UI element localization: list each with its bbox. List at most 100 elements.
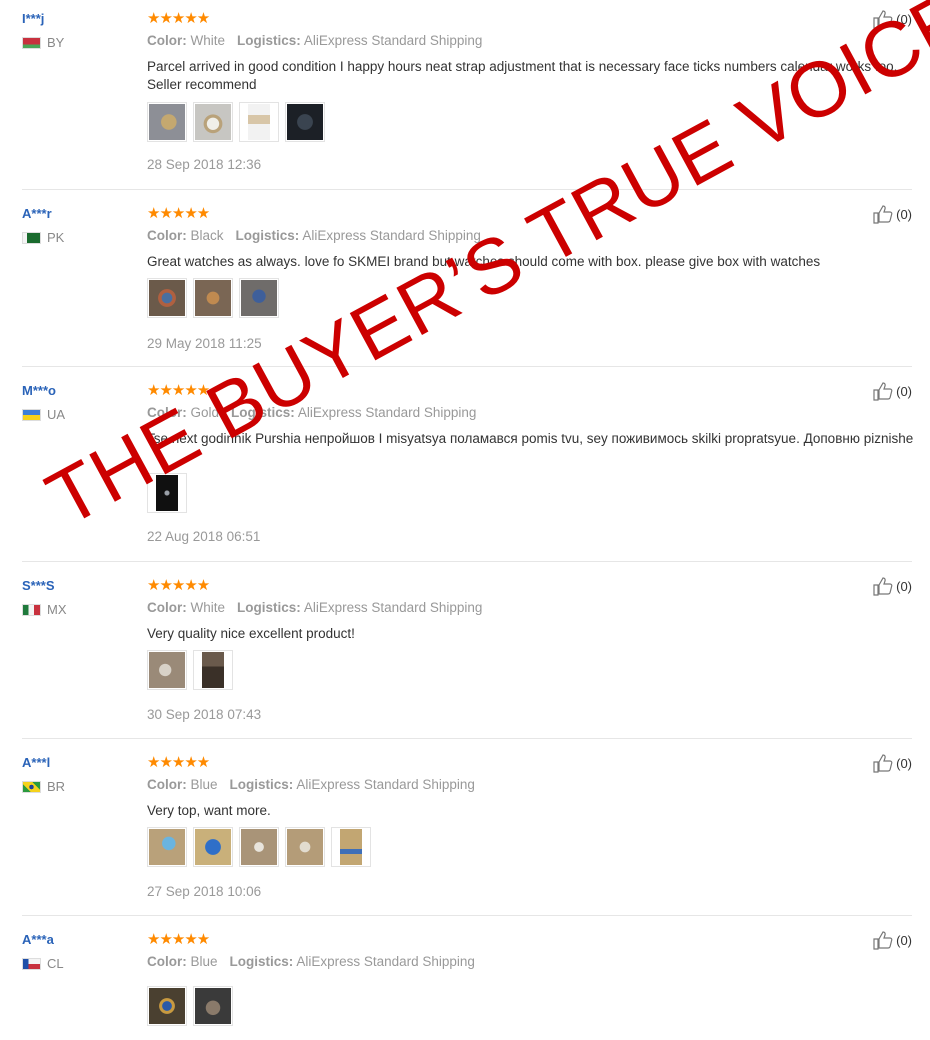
- flag-mx-icon: [22, 603, 41, 616]
- order-info: Color: White Logistics: AliExpress Standa…: [147, 600, 483, 615]
- flag-ua-icon: [22, 408, 41, 421]
- reviewer-name[interactable]: A***a: [22, 932, 54, 947]
- like-button[interactable]: (0): [872, 576, 912, 596]
- like-button[interactable]: (0): [872, 930, 912, 950]
- photo-thumbnail: [195, 988, 231, 1024]
- like-count: (0): [896, 932, 912, 948]
- thumbs-up-icon: [873, 10, 893, 29]
- like-count: (0): [896, 206, 912, 222]
- review-date: 29 May 2018 11:25: [147, 336, 262, 351]
- photo-thumbnail: [195, 104, 231, 140]
- review-text: Tse next godinnik Purshia непройшов I mi…: [147, 431, 914, 446]
- star-rating: ★★★★★: [147, 205, 210, 222]
- photo-thumbnail: [195, 829, 231, 865]
- star-rating: ★★★★★: [147, 382, 210, 399]
- review-photos: [147, 827, 371, 867]
- review-photo[interactable]: [239, 827, 279, 867]
- like-button[interactable]: (0): [872, 381, 912, 401]
- photo-thumbnail: [202, 652, 224, 688]
- review-text: Parcel arrived in good condition I happy…: [147, 59, 905, 92]
- review-date: 30 Sep 2018 07:43: [147, 707, 262, 722]
- reviewer-country: BY: [22, 35, 64, 50]
- photo-thumbnail: [156, 475, 178, 511]
- like-count: (0): [896, 755, 912, 771]
- order-info: Color: Blue Logistics: AliExpress Standar…: [147, 954, 475, 969]
- divider: [22, 189, 912, 190]
- photo-thumbnail: [149, 104, 185, 140]
- review-date: 28 Sep 2018 12:36: [147, 157, 262, 172]
- thumbs-up-icon: [873, 382, 893, 401]
- review-photo[interactable]: [193, 986, 233, 1026]
- star-rating: ★★★★★: [147, 931, 210, 948]
- review-date: 27 Sep 2018 10:06: [147, 884, 262, 899]
- reviewer-country: MX: [22, 602, 67, 617]
- thumbs-up-icon: [873, 577, 893, 596]
- flag-cl-icon: [22, 957, 41, 970]
- reviewer-country: PK: [22, 230, 64, 245]
- review-photo[interactable]: [239, 278, 279, 318]
- review-photo[interactable]: [331, 827, 371, 867]
- order-info: Color: White Logistics: AliExpress Standa…: [147, 33, 483, 48]
- photo-thumbnail: [241, 280, 277, 316]
- review-photo[interactable]: [193, 278, 233, 318]
- like-count: (0): [896, 383, 912, 399]
- flag-pk-icon: [22, 231, 41, 244]
- review-photo[interactable]: [193, 102, 233, 142]
- reviewer-name[interactable]: M***o: [22, 383, 56, 398]
- review-photo[interactable]: [285, 827, 325, 867]
- divider: [22, 738, 912, 739]
- review-photo[interactable]: [193, 827, 233, 867]
- review-photo[interactable]: [147, 473, 187, 513]
- star-rating: ★★★★★: [147, 577, 210, 594]
- like-button[interactable]: (0): [872, 9, 912, 29]
- like-count: (0): [896, 11, 912, 27]
- photo-thumbnail: [149, 829, 185, 865]
- photo-thumbnail: [195, 280, 231, 316]
- divider: [22, 915, 912, 916]
- photo-thumbnail: [241, 829, 277, 865]
- review-photo[interactable]: [147, 827, 187, 867]
- review-photo[interactable]: [147, 278, 187, 318]
- reviewer-country: UA: [22, 407, 65, 422]
- flag-br-icon: [22, 780, 41, 793]
- review-photos: [147, 102, 325, 142]
- review-text: Very quality nice excellent product!: [147, 626, 355, 641]
- thumbs-up-icon: [873, 205, 893, 224]
- review-photo[interactable]: [285, 102, 325, 142]
- thumbs-up-icon: [873, 931, 893, 950]
- reviewer-name[interactable]: A***r: [22, 206, 52, 221]
- review-photo[interactable]: [147, 986, 187, 1026]
- review-photos: [147, 650, 233, 690]
- like-button[interactable]: (0): [872, 753, 912, 773]
- star-rating: ★★★★★: [147, 10, 210, 27]
- divider: [22, 366, 912, 367]
- photo-thumbnail: [149, 988, 185, 1024]
- review-photo[interactable]: [193, 650, 233, 690]
- review-photo[interactable]: [147, 102, 187, 142]
- order-info: Color: Blue Logistics: AliExpress Standar…: [147, 777, 475, 792]
- review-date: 22 Aug 2018 06:51: [147, 529, 261, 544]
- photo-thumbnail: [149, 280, 185, 316]
- review-text: Very top, want more.: [147, 803, 271, 818]
- photo-thumbnail: [340, 829, 362, 865]
- divider: [22, 561, 912, 562]
- flag-by-icon: [22, 36, 41, 49]
- review-photos: [147, 986, 233, 1026]
- review-text: Great watches as always. love fo SKMEI b…: [147, 254, 821, 269]
- review-photos: [147, 473, 187, 513]
- like-count: (0): [896, 578, 912, 594]
- photo-thumbnail: [287, 104, 323, 140]
- reviewer-name[interactable]: A***l: [22, 755, 50, 770]
- like-button[interactable]: (0): [872, 204, 912, 224]
- photo-thumbnail: [287, 829, 323, 865]
- star-rating: ★★★★★: [147, 754, 210, 771]
- photo-thumbnail: [248, 104, 270, 140]
- order-info: Color: Gold Logistics: AliExpress Standar…: [147, 405, 477, 420]
- review-photo[interactable]: [239, 102, 279, 142]
- review-photos: [147, 278, 279, 318]
- reviewer-name[interactable]: I***j: [22, 11, 44, 26]
- review-photo[interactable]: [147, 650, 187, 690]
- thumbs-up-icon: [873, 754, 893, 773]
- reviewer-name[interactable]: S***S: [22, 578, 55, 593]
- order-info: Color: Black Logistics: AliExpress Standa…: [147, 228, 481, 243]
